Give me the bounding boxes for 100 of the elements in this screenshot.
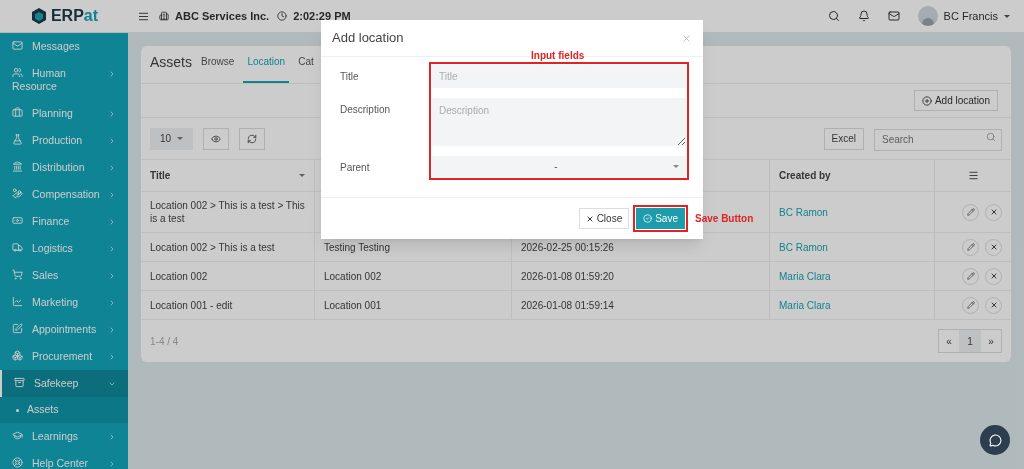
dialog-title: Add location <box>332 29 404 48</box>
sidebar-item[interactable]: Compensation <box>0 181 128 208</box>
search-field[interactable]: Search <box>874 128 1002 151</box>
close-icon <box>989 301 998 309</box>
user-name[interactable]: BC Francis <box>943 7 998 25</box>
chevron-right-icon <box>108 433 116 441</box>
tab[interactable]: Cat <box>294 54 318 83</box>
refresh-button[interactable] <box>239 127 266 150</box>
lifebuoy-icon <box>12 457 23 468</box>
search-icon[interactable] <box>827 10 840 22</box>
menu-icon[interactable] <box>138 10 149 22</box>
sidebar-item[interactable]: Planning <box>0 100 128 127</box>
flask-icon <box>12 134 23 145</box>
chat-button[interactable] <box>980 425 1010 455</box>
sidebar-item[interactable]: Marketing <box>0 289 128 316</box>
pencil-icon <box>966 208 975 216</box>
sidebar-subitem[interactable]: Assets <box>0 397 128 423</box>
column-header[interactable]: Title <box>150 168 171 183</box>
parent-select[interactable]: - <box>432 156 686 177</box>
caret-icon <box>673 165 679 168</box>
sidebar-item[interactable]: Help Center <box>0 450 128 469</box>
logo-icon <box>29 7 48 25</box>
clock-icon <box>277 11 288 21</box>
pencil-icon <box>966 272 975 280</box>
table-cell: 2026-01-08 01:59:14 <box>512 291 770 320</box>
sidebar-subitem-label: Assets <box>27 402 59 418</box>
chevron-down-icon <box>108 380 116 388</box>
sidebar-item[interactable]: Human Resource <box>0 60 128 100</box>
table-cell: Location 001 <box>315 291 512 320</box>
sidebar-item[interactable]: Messages <box>0 33 128 60</box>
add-location-button[interactable]: Add location <box>913 90 998 111</box>
chevron-right-icon <box>108 70 116 78</box>
sidebar-item[interactable]: Sales <box>0 262 128 289</box>
visibility-button[interactable] <box>203 127 230 150</box>
title-input[interactable]: Title <box>432 65 686 88</box>
envelope-icon <box>12 40 23 51</box>
check-icon <box>643 214 653 223</box>
sidebar-item[interactable]: Logistics <box>0 235 128 262</box>
close-icon <box>585 214 594 223</box>
creator-link[interactable]: Maria Clara <box>779 297 831 313</box>
record-count: 1-4 / 4 <box>150 334 179 349</box>
table-cell: Location 002 > This is a test > This is a test <box>150 199 305 225</box>
tab[interactable]: Location <box>243 54 290 83</box>
eye-icon <box>211 133 222 144</box>
sort-icon <box>299 174 305 177</box>
sidebar-item[interactable]: Finance <box>0 208 128 235</box>
caret-icon <box>177 137 184 140</box>
close-button[interactable]: Close <box>578 208 630 229</box>
logo-text: ERPat <box>50 6 99 26</box>
cart-icon <box>12 269 23 280</box>
page-size-select[interactable]: 10 <box>150 127 194 150</box>
annotation-label: Save Button <box>695 212 754 226</box>
table-cell: Location 002 > This is a test <box>150 240 275 254</box>
pencil-icon <box>966 301 975 309</box>
creator-link[interactable]: BC Ramon <box>779 239 828 255</box>
table-cell: Location 001 - edit <box>150 298 233 312</box>
field-label: Description <box>340 104 391 115</box>
field-label: Parent <box>340 162 370 173</box>
company-name: ABC Services Inc. <box>175 8 270 24</box>
table-cell: Location 002 <box>315 262 512 291</box>
next-page-button[interactable]: » <box>981 330 1001 352</box>
sidebar-item[interactable]: Safekeep <box>0 370 128 397</box>
sidebar-item[interactable]: Procurement <box>0 343 128 370</box>
column-menu-icon[interactable] <box>967 170 979 181</box>
caret-icon <box>1004 14 1010 18</box>
bank-icon <box>12 161 23 172</box>
page-button[interactable]: 1 <box>959 330 981 352</box>
sidebar-item[interactable]: Distribution <box>0 154 128 181</box>
creator-link[interactable]: BC Ramon <box>779 204 828 220</box>
chevron-right-icon <box>108 353 116 361</box>
tab[interactable]: Browse <box>197 54 239 83</box>
refresh-icon <box>247 133 258 144</box>
sidebar-item[interactable]: Appointments <box>0 316 128 343</box>
bell-icon[interactable] <box>857 10 870 22</box>
chevron-right-icon <box>108 218 116 226</box>
sidebar-item[interactable]: Production <box>0 127 128 154</box>
people-icon <box>12 67 23 78</box>
column-header[interactable]: Created by <box>779 168 831 183</box>
building-icon <box>159 11 169 21</box>
chevron-right-icon <box>108 460 116 468</box>
sidebar-item[interactable]: Learnings <box>0 423 128 450</box>
chat-icon <box>988 433 1002 447</box>
edit-icon <box>12 323 23 334</box>
excel-button[interactable]: Excel <box>823 127 864 150</box>
prev-page-button[interactable]: « <box>939 330 959 352</box>
pencil-icon <box>966 243 975 251</box>
chevron-right-icon <box>108 164 116 172</box>
card-title: Assets <box>150 53 192 72</box>
description-input[interactable]: Description <box>432 98 686 146</box>
creator-link[interactable]: Maria Clara <box>779 268 831 284</box>
plus-icon <box>921 95 932 106</box>
search-icon <box>986 132 996 143</box>
mail-icon[interactable] <box>887 10 900 22</box>
save-button[interactable]: Save <box>636 208 685 229</box>
banknote-icon <box>12 215 23 226</box>
clock-time: 2:02:29 PM <box>293 8 351 24</box>
field-label: Title <box>340 71 359 82</box>
chevron-right-icon <box>108 245 116 253</box>
hand-coins-icon <box>12 188 23 199</box>
chevron-right-icon <box>108 110 116 118</box>
